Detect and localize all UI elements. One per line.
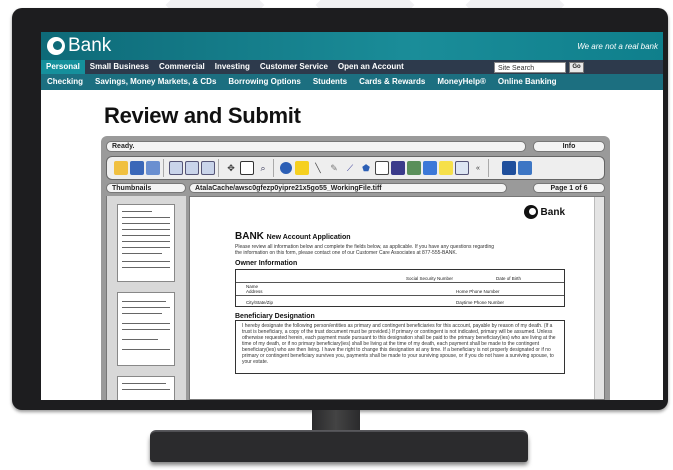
document-page: Bank BANK New Account Application Please… [235,205,565,374]
bank-logo-icon [47,37,65,55]
document-bank-logo: Bank [523,205,565,219]
nav-commercial[interactable]: Commercial [154,60,210,74]
bank-logo[interactable]: Bank [47,35,111,57]
nav-online-banking[interactable]: Online Banking [492,74,563,90]
rectangle-icon[interactable] [375,161,389,175]
pen-icon[interactable]: ✎ [327,161,341,175]
polygon-icon[interactable]: ⬟ [359,161,373,175]
page-title: Review and Submit [104,103,301,128]
bank-name: Bank [68,35,112,56]
page-tool-group [166,159,219,177]
pan-icon[interactable]: ✥ [224,161,238,175]
view-tool-group: ✥ ⌕ [221,159,274,177]
collapse-icon[interactable]: « [471,161,485,175]
next-icon[interactable] [518,161,532,175]
page-thumbnail[interactable] [117,376,175,400]
nav-investing[interactable]: Investing [210,60,255,74]
vertical-scrollbar[interactable] [594,197,604,399]
prev-icon[interactable] [502,161,516,175]
nav-checking[interactable]: Checking [41,74,89,90]
search-go-button[interactable]: Go [569,62,584,73]
nav-personal[interactable]: Personal [41,60,85,74]
file-tool-group [111,159,164,177]
beneficiary-box: I hereby designate the following person/… [235,320,565,374]
beneficiary-section-title: Beneficiary Designation [235,313,315,320]
secondary-nav: Checking Savings, Money Markets, & CDs B… [41,74,663,90]
document-page-view[interactable]: Bank BANK New Account Application Please… [189,196,605,400]
monitor-stand-base [150,432,528,462]
file-path-bar: AtalaCache/awsc0gfezp0yipre21x5go55_Work… [189,183,507,193]
annotation-toolbar: ✥ ⌕ ╲ ✎ ⟋ ⬟ « [106,156,605,180]
stamp-icon[interactable] [423,161,437,175]
nav-cards-rewards[interactable]: Cards & Rewards [353,74,431,90]
owner-section-title: Owner Information [235,260,298,267]
document-intro: Please review all information below and … [235,244,495,256]
zoom-icon[interactable]: ⌕ [256,161,270,175]
thumbnails-header: Thumbnails [106,183,186,193]
page-icon[interactable] [185,161,199,175]
highlight-icon[interactable] [295,161,309,175]
owner-form: Name Social Security Number Date of Birt… [235,269,565,307]
nav-customer-service[interactable]: Customer Service [255,60,333,74]
document-viewer: Ready. Info ✥ ⌕ ╲ ✎ ⟋ ⬟ « Thumbnails Ata… [101,136,610,400]
image-icon[interactable] [407,161,421,175]
line-icon[interactable]: ╲ [311,161,325,175]
open-folder-icon[interactable] [114,161,128,175]
forward-icon[interactable] [146,161,160,175]
filled-rect-icon[interactable] [391,161,405,175]
tagline: We are not a real bank [577,42,658,51]
page-icon[interactable] [201,161,215,175]
site-search-input[interactable]: Site Search [494,62,566,73]
beneficiary-text: I hereby designate the following person/… [242,323,556,365]
select-rect-icon[interactable] [240,161,254,175]
markup-tool-group: ╲ ✎ ⟋ ⬟ « [276,159,489,177]
status-bar: Ready. [106,141,526,152]
bank-logo-icon [523,205,538,219]
nav-small-business[interactable]: Small Business [85,60,154,74]
monitor-frame: Bank We are not a real bank Personal Sma… [12,8,668,410]
ellipse-icon[interactable] [279,161,293,175]
page-indicator: Page 1 of 6 [533,183,605,193]
nav-borrowing[interactable]: Borrowing Options [222,74,306,90]
info-button[interactable]: Info [533,141,605,152]
brush-icon[interactable]: ⟋ [343,161,357,175]
primary-nav: Personal Small Business Commercial Inves… [41,60,663,74]
nav-students[interactable]: Students [307,74,353,90]
thumbnail-panel [106,196,186,400]
nav-savings[interactable]: Savings, Money Markets, & CDs [89,74,222,90]
stage: Bank We are not a real bank Personal Sma… [0,0,673,470]
text-icon[interactable] [455,161,469,175]
page-thumbnail[interactable] [117,292,175,366]
note-icon[interactable] [439,161,453,175]
document-title: BANK New Account Application [235,231,351,242]
page-icon[interactable] [169,161,183,175]
page-thumbnail[interactable] [117,204,175,282]
save-icon[interactable] [130,161,144,175]
nav-open-account[interactable]: Open an Account [333,60,409,74]
nav-moneyhelp[interactable]: MoneyHelp® [431,74,492,90]
brand-header: Bank We are not a real bank [41,32,663,60]
monitor-screen: Bank We are not a real bank Personal Sma… [41,32,663,400]
navigation-tool-group [499,159,535,177]
